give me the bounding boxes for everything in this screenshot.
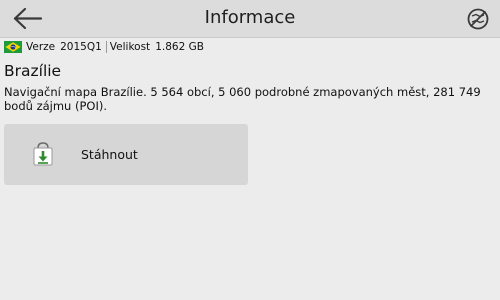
no-map-icon bbox=[466, 7, 490, 31]
map-name: Brazílie bbox=[4, 62, 62, 80]
download-bag-icon bbox=[28, 139, 58, 169]
brazil-flag-icon bbox=[4, 41, 26, 53]
version-label: Verze bbox=[26, 41, 56, 53]
map-description: Navigační mapa Brazílie. 5 564 obcí, 5 0… bbox=[4, 85, 481, 113]
map-meta: Verze 2015Q1 Velikost 1.862 GB bbox=[4, 40, 204, 54]
meta-divider bbox=[105, 41, 107, 53]
no-map-button[interactable] bbox=[466, 7, 490, 31]
version-value: 2015Q1 bbox=[60, 41, 102, 53]
download-label: Stáhnout bbox=[81, 147, 138, 162]
download-button[interactable]: Stáhnout bbox=[4, 124, 248, 185]
size-label: Velikost bbox=[109, 41, 151, 53]
page-title: Informace bbox=[204, 7, 296, 28]
size-value: 1.862 GB bbox=[155, 41, 204, 53]
top-bar: Informace bbox=[0, 0, 500, 38]
